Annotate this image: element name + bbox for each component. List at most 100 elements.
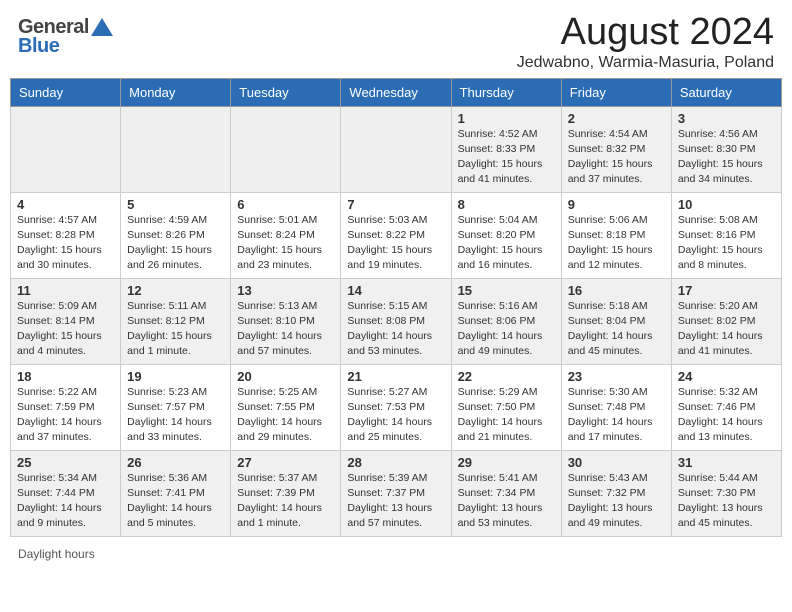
col-tuesday: Tuesday	[231, 78, 341, 106]
day-number: 25	[17, 455, 114, 470]
day-number: 22	[458, 369, 555, 384]
calendar-cell: 4Sunrise: 4:57 AM Sunset: 8:28 PM Daylig…	[11, 192, 121, 278]
calendar-cell: 13Sunrise: 5:13 AM Sunset: 8:10 PM Dayli…	[231, 278, 341, 364]
day-info: Sunrise: 5:11 AM Sunset: 8:12 PM Dayligh…	[127, 299, 224, 360]
day-info: Sunrise: 5:44 AM Sunset: 7:30 PM Dayligh…	[678, 471, 775, 532]
week-row-5: 25Sunrise: 5:34 AM Sunset: 7:44 PM Dayli…	[11, 450, 782, 536]
calendar-cell	[231, 106, 341, 192]
day-number: 21	[347, 369, 444, 384]
calendar-cell: 12Sunrise: 5:11 AM Sunset: 8:12 PM Dayli…	[121, 278, 231, 364]
week-row-3: 11Sunrise: 5:09 AM Sunset: 8:14 PM Dayli…	[11, 278, 782, 364]
day-number: 14	[347, 283, 444, 298]
logo-blue-text: Blue	[18, 35, 59, 58]
day-info: Sunrise: 5:23 AM Sunset: 7:57 PM Dayligh…	[127, 385, 224, 446]
day-number: 28	[347, 455, 444, 470]
calendar-wrapper: Sunday Monday Tuesday Wednesday Thursday…	[0, 78, 792, 545]
week-row-1: 1Sunrise: 4:52 AM Sunset: 8:33 PM Daylig…	[11, 106, 782, 192]
day-info: Sunrise: 5:36 AM Sunset: 7:41 PM Dayligh…	[127, 471, 224, 532]
calendar-cell: 19Sunrise: 5:23 AM Sunset: 7:57 PM Dayli…	[121, 364, 231, 450]
calendar-subtitle: Jedwabno, Warmia-Masuria, Poland	[517, 54, 774, 72]
col-monday: Monday	[121, 78, 231, 106]
day-number: 13	[237, 283, 334, 298]
week-row-4: 18Sunrise: 5:22 AM Sunset: 7:59 PM Dayli…	[11, 364, 782, 450]
day-info: Sunrise: 4:57 AM Sunset: 8:28 PM Dayligh…	[17, 213, 114, 274]
day-info: Sunrise: 5:34 AM Sunset: 7:44 PM Dayligh…	[17, 471, 114, 532]
calendar-cell: 1Sunrise: 4:52 AM Sunset: 8:33 PM Daylig…	[451, 106, 561, 192]
calendar-cell: 22Sunrise: 5:29 AM Sunset: 7:50 PM Dayli…	[451, 364, 561, 450]
calendar-cell: 16Sunrise: 5:18 AM Sunset: 8:04 PM Dayli…	[561, 278, 671, 364]
calendar-cell: 23Sunrise: 5:30 AM Sunset: 7:48 PM Dayli…	[561, 364, 671, 450]
calendar-cell: 3Sunrise: 4:56 AM Sunset: 8:30 PM Daylig…	[671, 106, 781, 192]
calendar-cell: 30Sunrise: 5:43 AM Sunset: 7:32 PM Dayli…	[561, 450, 671, 536]
col-friday: Friday	[561, 78, 671, 106]
logo-icon	[91, 18, 113, 36]
day-info: Sunrise: 5:29 AM Sunset: 7:50 PM Dayligh…	[458, 385, 555, 446]
calendar-cell: 15Sunrise: 5:16 AM Sunset: 8:06 PM Dayli…	[451, 278, 561, 364]
calendar-cell: 11Sunrise: 5:09 AM Sunset: 8:14 PM Dayli…	[11, 278, 121, 364]
day-number: 31	[678, 455, 775, 470]
calendar-title: August 2024	[517, 12, 774, 54]
day-number: 6	[237, 197, 334, 212]
day-number: 9	[568, 197, 665, 212]
calendar-cell: 29Sunrise: 5:41 AM Sunset: 7:34 PM Dayli…	[451, 450, 561, 536]
calendar-cell: 14Sunrise: 5:15 AM Sunset: 8:08 PM Dayli…	[341, 278, 451, 364]
day-number: 11	[17, 283, 114, 298]
calendar-cell: 21Sunrise: 5:27 AM Sunset: 7:53 PM Dayli…	[341, 364, 451, 450]
day-number: 15	[458, 283, 555, 298]
day-info: Sunrise: 5:04 AM Sunset: 8:20 PM Dayligh…	[458, 213, 555, 274]
calendar-cell	[341, 106, 451, 192]
logo: General Blue	[18, 16, 113, 58]
calendar-cell	[121, 106, 231, 192]
day-number: 12	[127, 283, 224, 298]
day-number: 23	[568, 369, 665, 384]
day-info: Sunrise: 5:08 AM Sunset: 8:16 PM Dayligh…	[678, 213, 775, 274]
day-number: 26	[127, 455, 224, 470]
col-wednesday: Wednesday	[341, 78, 451, 106]
calendar-cell: 7Sunrise: 5:03 AM Sunset: 8:22 PM Daylig…	[341, 192, 451, 278]
week-row-2: 4Sunrise: 4:57 AM Sunset: 8:28 PM Daylig…	[11, 192, 782, 278]
calendar-cell: 26Sunrise: 5:36 AM Sunset: 7:41 PM Dayli…	[121, 450, 231, 536]
day-info: Sunrise: 5:41 AM Sunset: 7:34 PM Dayligh…	[458, 471, 555, 532]
title-section: August 2024 Jedwabno, Warmia-Masuria, Po…	[517, 12, 774, 72]
calendar-cell: 27Sunrise: 5:37 AM Sunset: 7:39 PM Dayli…	[231, 450, 341, 536]
day-number: 10	[678, 197, 775, 212]
calendar-cell: 31Sunrise: 5:44 AM Sunset: 7:30 PM Dayli…	[671, 450, 781, 536]
col-thursday: Thursday	[451, 78, 561, 106]
day-info: Sunrise: 5:18 AM Sunset: 8:04 PM Dayligh…	[568, 299, 665, 360]
day-number: 19	[127, 369, 224, 384]
footer: Daylight hours	[0, 545, 792, 563]
calendar-header-row: Sunday Monday Tuesday Wednesday Thursday…	[11, 78, 782, 106]
day-number: 7	[347, 197, 444, 212]
day-number: 17	[678, 283, 775, 298]
calendar-cell: 17Sunrise: 5:20 AM Sunset: 8:02 PM Dayli…	[671, 278, 781, 364]
calendar-cell: 28Sunrise: 5:39 AM Sunset: 7:37 PM Dayli…	[341, 450, 451, 536]
day-info: Sunrise: 5:16 AM Sunset: 8:06 PM Dayligh…	[458, 299, 555, 360]
day-number: 8	[458, 197, 555, 212]
day-number: 4	[17, 197, 114, 212]
day-info: Sunrise: 5:37 AM Sunset: 7:39 PM Dayligh…	[237, 471, 334, 532]
calendar-cell: 25Sunrise: 5:34 AM Sunset: 7:44 PM Dayli…	[11, 450, 121, 536]
day-number: 16	[568, 283, 665, 298]
day-info: Sunrise: 5:13 AM Sunset: 8:10 PM Dayligh…	[237, 299, 334, 360]
calendar-cell	[11, 106, 121, 192]
day-info: Sunrise: 5:20 AM Sunset: 8:02 PM Dayligh…	[678, 299, 775, 360]
daylight-label: Daylight hours	[18, 547, 95, 561]
calendar-cell: 24Sunrise: 5:32 AM Sunset: 7:46 PM Dayli…	[671, 364, 781, 450]
day-info: Sunrise: 5:09 AM Sunset: 8:14 PM Dayligh…	[17, 299, 114, 360]
calendar-cell: 9Sunrise: 5:06 AM Sunset: 8:18 PM Daylig…	[561, 192, 671, 278]
day-info: Sunrise: 5:39 AM Sunset: 7:37 PM Dayligh…	[347, 471, 444, 532]
day-number: 20	[237, 369, 334, 384]
day-number: 18	[17, 369, 114, 384]
day-info: Sunrise: 5:03 AM Sunset: 8:22 PM Dayligh…	[347, 213, 444, 274]
calendar-cell: 20Sunrise: 5:25 AM Sunset: 7:55 PM Dayli…	[231, 364, 341, 450]
day-info: Sunrise: 4:56 AM Sunset: 8:30 PM Dayligh…	[678, 127, 775, 188]
day-number: 3	[678, 111, 775, 126]
day-info: Sunrise: 5:30 AM Sunset: 7:48 PM Dayligh…	[568, 385, 665, 446]
calendar-table: Sunday Monday Tuesday Wednesday Thursday…	[10, 78, 782, 537]
day-number: 5	[127, 197, 224, 212]
day-info: Sunrise: 5:01 AM Sunset: 8:24 PM Dayligh…	[237, 213, 334, 274]
day-info: Sunrise: 5:25 AM Sunset: 7:55 PM Dayligh…	[237, 385, 334, 446]
day-info: Sunrise: 5:22 AM Sunset: 7:59 PM Dayligh…	[17, 385, 114, 446]
day-number: 27	[237, 455, 334, 470]
day-info: Sunrise: 4:59 AM Sunset: 8:26 PM Dayligh…	[127, 213, 224, 274]
